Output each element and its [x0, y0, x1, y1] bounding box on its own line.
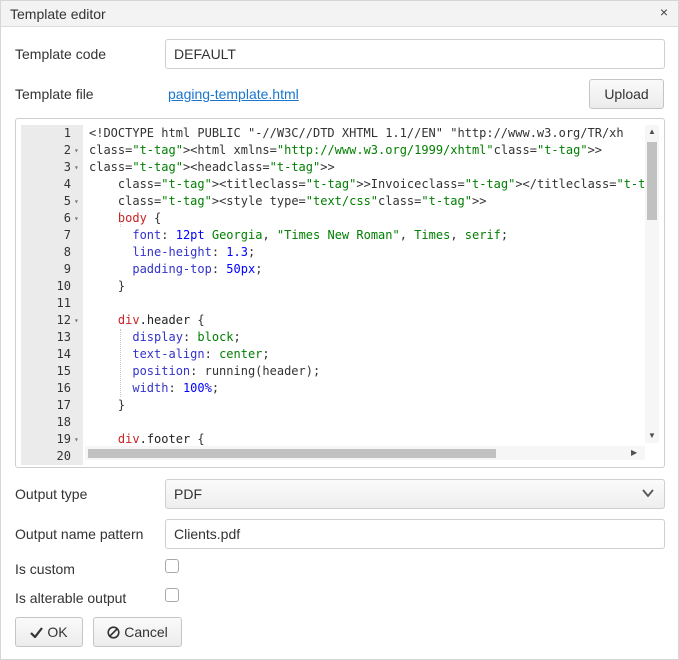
scroll-up-icon[interactable]: ▲ — [645, 127, 659, 136]
code-line[interactable]: 18 — [21, 414, 645, 431]
code-text: font: 12pt Georgia, "Times New Roman", T… — [132, 228, 509, 242]
dialog-titlebar: Template editor × — [1, 1, 678, 27]
cancel-label: Cancel — [124, 624, 168, 640]
code-text: body { — [117, 211, 162, 225]
template-code-input[interactable]: DEFAULT — [165, 39, 665, 69]
code-text: class="t-tag"><style type="text/css"clas… — [117, 194, 487, 208]
line-number: 3 — [63, 160, 71, 174]
template-file-link[interactable]: paging-template.html — [168, 86, 299, 102]
fold-arrow-icon[interactable]: ▾ — [74, 431, 79, 448]
code-line[interactable]: 13 display: block; — [21, 329, 645, 346]
output-type-value: PDF — [174, 486, 202, 502]
fold-arrow-icon[interactable]: ▾ — [74, 142, 79, 159]
line-number: 13 — [56, 330, 71, 344]
code-text: line-height: 1.3; — [132, 245, 256, 259]
code-line[interactable]: 16 width: 100%; — [21, 380, 645, 397]
horizontal-scrollbar[interactable]: ▶ — [85, 446, 645, 460]
line-number: 14 — [56, 347, 71, 361]
fold-arrow-icon[interactable]: ▾ — [74, 312, 79, 329]
code-line[interactable]: 8 line-height: 1.3; — [21, 244, 645, 261]
code-text: class="t-tag"><titleclass="t-tag">>Invoi… — [117, 177, 645, 191]
code-line[interactable]: 17 } — [21, 397, 645, 414]
line-number: 10 — [56, 279, 71, 293]
is-alterable-output-checkbox[interactable] — [165, 588, 179, 602]
line-number: 15 — [56, 364, 71, 378]
line-number: 17 — [56, 398, 71, 412]
output-name-pattern-label: Output name pattern — [15, 526, 144, 542]
vertical-scrollbar[interactable]: ▲ ▼ — [645, 125, 659, 443]
ok-button[interactable]: OK — [15, 617, 83, 647]
code-text: class="t-tag"><html xmlns="http://www.w3… — [89, 143, 603, 157]
line-number: 7 — [63, 228, 71, 242]
code-text: width: 100%; — [132, 381, 220, 395]
line-number: 1 — [63, 126, 71, 140]
close-icon[interactable]: × — [660, 4, 668, 20]
code-text: } — [89, 279, 126, 293]
is-custom-checkbox[interactable] — [165, 559, 179, 573]
cancel-button[interactable]: Cancel — [93, 617, 182, 647]
line-number: 16 — [56, 381, 71, 395]
code-text: } — [89, 398, 126, 412]
code-line[interactable]: 10 } — [21, 278, 645, 295]
code-line[interactable]: 14 text-align: center; — [21, 346, 645, 363]
template-file-label: Template file — [15, 86, 94, 102]
is-alterable-output-label: Is alterable output — [15, 590, 127, 606]
line-number: 18 — [56, 415, 71, 429]
dialog-title: Template editor — [10, 6, 106, 22]
line-number: 8 — [63, 245, 71, 259]
code-line[interactable]: 1 <!DOCTYPE html PUBLIC "-//W3C//DTD XHTM… — [21, 125, 645, 142]
line-number: 12 — [56, 313, 71, 327]
code-area[interactable]: 1 <!DOCTYPE html PUBLIC "-//W3C//DTD XHTM… — [21, 125, 645, 463]
code-line[interactable]: 9 padding-top: 50px; — [21, 261, 645, 278]
code-line[interactable]: 5 ▾ class="t-tag"><style type="text/css"c… — [21, 193, 645, 210]
code-editor[interactable]: 1 <!DOCTYPE html PUBLIC "-//W3C//DTD XHTM… — [15, 118, 665, 468]
is-custom-label: Is custom — [15, 561, 75, 577]
line-number: 19 — [56, 432, 71, 446]
code-line[interactable]: 12 ▾ div.header { — [21, 312, 645, 329]
line-number: 9 — [63, 262, 71, 276]
indent-guide — [120, 329, 121, 397]
check-icon — [30, 627, 44, 639]
cancel-circle-icon — [107, 626, 120, 639]
code-line[interactable]: 3 ▾ class="t-tag"><headclass="t-tag">> — [21, 159, 645, 176]
code-line[interactable]: 15 position: running(header); — [21, 363, 645, 380]
fold-arrow-icon[interactable]: ▾ — [74, 159, 79, 176]
line-number: 4 — [63, 177, 71, 191]
vertical-scroll-thumb[interactable] — [647, 142, 657, 220]
code-text: padding-top: 50px; — [132, 262, 263, 276]
output-type-select[interactable]: PDF — [165, 479, 665, 509]
fold-arrow-icon[interactable]: ▾ — [74, 210, 79, 227]
template-editor-dialog: Template editor × Template code DEFAULT … — [0, 0, 679, 660]
output-name-pattern-input[interactable]: Clients.pdf — [165, 519, 665, 549]
line-number: 20 — [56, 449, 71, 463]
code-line[interactable]: 7 font: 12pt Georgia, "Times New Roman",… — [21, 227, 645, 244]
code-line[interactable]: 11 — [21, 295, 645, 312]
code-text: div.header { — [117, 313, 205, 327]
line-number: 5 — [63, 194, 71, 208]
horizontal-scroll-thumb[interactable] — [88, 449, 496, 458]
scroll-down-icon[interactable]: ▼ — [645, 431, 659, 440]
chevron-down-icon — [642, 489, 654, 498]
code-text: <!DOCTYPE html PUBLIC "-//W3C//DTD XHTML… — [89, 126, 624, 140]
code-line[interactable]: 4 class="t-tag"><titleclass="t-tag">>Inv… — [21, 176, 645, 193]
scroll-right-icon[interactable]: ▶ — [631, 446, 637, 460]
code-text: display: block; — [132, 330, 241, 344]
indent-guide — [120, 210, 121, 227]
output-type-label: Output type — [15, 486, 88, 502]
code-text: position: running(header); — [132, 364, 321, 378]
line-number: 2 — [63, 143, 71, 157]
line-number: 11 — [56, 296, 71, 310]
upload-button[interactable]: Upload — [589, 79, 664, 109]
code-text: text-align: center; — [132, 347, 270, 361]
ok-label: OK — [47, 624, 68, 640]
line-number: 6 — [63, 211, 71, 225]
code-text: class="t-tag"><headclass="t-tag">> — [89, 160, 335, 174]
code-line[interactable]: 6 ▾ body { — [21, 210, 645, 227]
fold-arrow-icon[interactable]: ▾ — [74, 193, 79, 210]
code-line[interactable]: 2 ▾ class="t-tag"><html xmlns="http://www.… — [21, 142, 645, 159]
template-code-label: Template code — [15, 46, 107, 62]
